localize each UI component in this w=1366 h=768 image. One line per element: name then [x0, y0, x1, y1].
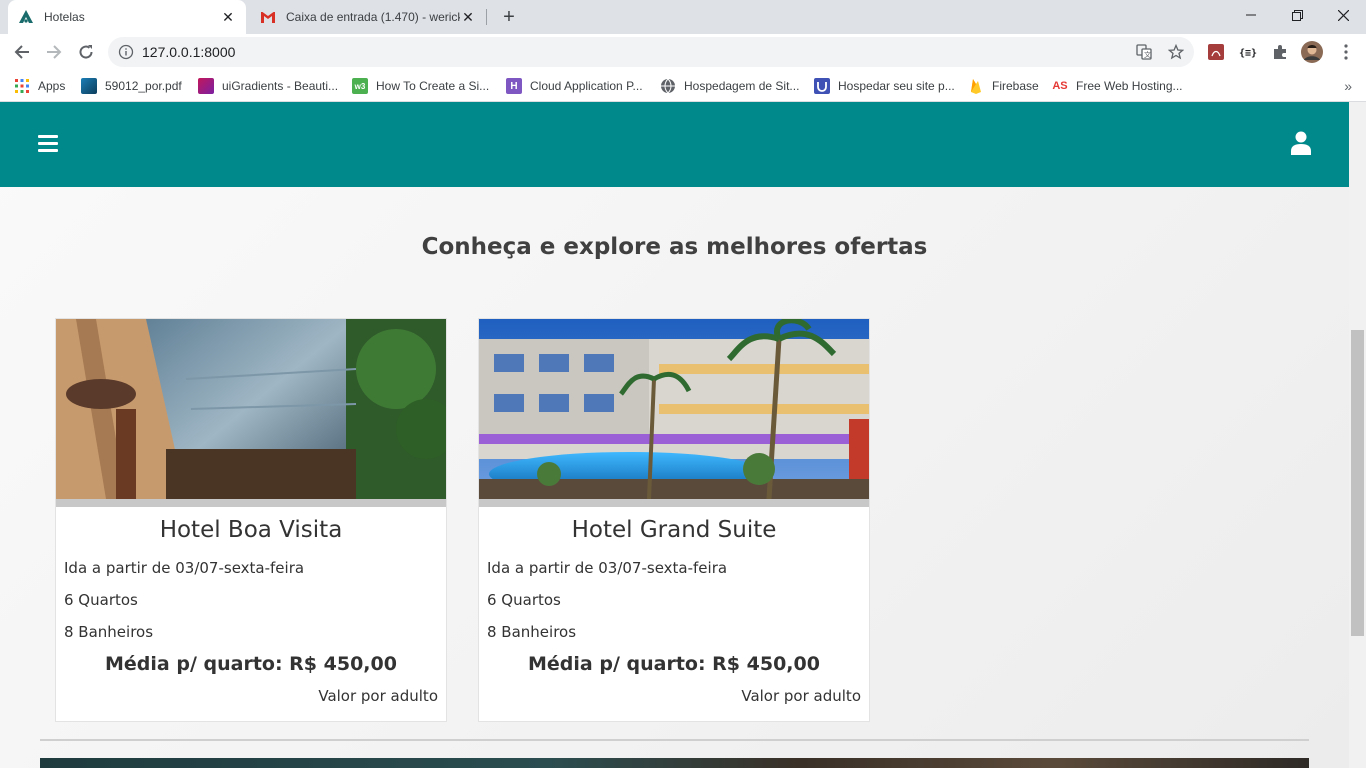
firebase-icon — [968, 78, 984, 94]
hotel-photo[interactable] — [479, 319, 869, 499]
forward-button[interactable] — [40, 38, 68, 66]
bathrooms-count: 8 Banheiros — [487, 623, 577, 641]
restore-button[interactable] — [1274, 0, 1320, 30]
translate-icon[interactable]: 文 — [1130, 38, 1158, 66]
bookmark-label: How To Create a Si... — [376, 79, 490, 93]
browser-toolbar: 127.0.0.1:8000 文 {≡} — [0, 34, 1366, 70]
departure-date: Ida a partir de 03/07-sexta-feira — [64, 559, 305, 577]
average-price: Média p/ quarto: R$ 450,00 — [105, 653, 397, 675]
hotel-name[interactable]: Hotel Boa Visita — [56, 517, 446, 543]
bookmark-firebase[interactable]: Firebase — [968, 76, 1039, 96]
average-price: Média p/ quarto: R$ 450,00 — [528, 653, 820, 675]
bookmark-label: Hospedar seu site p... — [838, 79, 955, 93]
bookmark-label: 59012_por.pdf — [105, 79, 182, 93]
tab-strip: Hotelas ✕ Caixa de entrada (1.470) - wer… — [0, 0, 1366, 34]
close-tab-icon[interactable]: ✕ — [220, 9, 236, 25]
bookmarks-overflow-icon[interactable]: » — [1344, 78, 1352, 94]
extensions-puzzle-icon[interactable] — [1268, 40, 1292, 64]
apps-grid-icon — [14, 78, 30, 94]
url-text: 127.0.0.1:8000 — [142, 44, 236, 60]
bookmark-uigradients[interactable]: uiGradients - Beauti... — [198, 76, 338, 96]
minimize-button[interactable] — [1228, 0, 1274, 30]
svg-text:文: 文 — [1144, 50, 1151, 59]
hotel-card[interactable]: Hotel Grand Suite Ida a partir de 03/07-… — [478, 318, 870, 722]
user-account-icon[interactable] — [1290, 131, 1312, 155]
page-scrollbar[interactable] — [1349, 102, 1366, 768]
json-viewer-icon[interactable]: {≡} — [1236, 40, 1260, 64]
bookmark-label: Firebase — [992, 79, 1039, 93]
bookmark-label: Apps — [38, 79, 66, 93]
back-button[interactable] — [8, 38, 36, 66]
scrollbar-thumb[interactable] — [1351, 330, 1364, 636]
tab-gmail[interactable]: Caixa de entrada (1.470) - werick ✕ — [250, 0, 486, 34]
rooms-count: 6 Quartos — [487, 591, 561, 609]
hotel-photo[interactable] — [56, 319, 446, 499]
bookmark-apps[interactable]: Apps — [14, 76, 65, 96]
bookmark-label: Free Web Hosting... — [1076, 79, 1183, 93]
w3-icon: w3 — [352, 78, 368, 94]
bookmark-heroku[interactable]: H Cloud Application P... — [506, 76, 643, 96]
bookmark-w3schools[interactable]: w3 How To Create a Si... — [352, 76, 489, 96]
app-header — [0, 102, 1349, 187]
price-note: Valor por adulto — [318, 687, 438, 705]
rooms-count: 6 Quartos — [64, 591, 138, 609]
heroku-icon: H — [506, 78, 522, 94]
photo-strip — [56, 499, 446, 507]
photo-strip — [479, 499, 869, 507]
pdf-extension-icon[interactable] — [1204, 40, 1228, 64]
page-body: Conheça e explore as melhores ofertas Ho… — [0, 102, 1349, 768]
page-viewport: Conheça e explore as melhores ofertas Ho… — [0, 102, 1366, 768]
page-title: Conheça e explore as melhores ofertas — [421, 234, 928, 260]
price-note: Valor por adulto — [741, 687, 861, 705]
reload-button[interactable] — [72, 38, 100, 66]
svg-text:{≡}: {≡} — [1239, 48, 1257, 59]
uigradients-icon — [198, 78, 214, 94]
hotel-name[interactable]: Hotel Grand Suite — [479, 517, 869, 543]
section-divider — [40, 739, 1309, 741]
bookmark-label: Cloud Application P... — [530, 79, 643, 93]
bathrooms-count: 8 Banheiros — [64, 623, 154, 641]
pdf-icon — [81, 78, 97, 94]
tab-hotelas[interactable]: Hotelas ✕ — [8, 0, 246, 34]
info-icon[interactable] — [118, 44, 134, 60]
bookmark-pdf[interactable]: 59012_por.pdf — [81, 76, 182, 96]
new-tab-button[interactable]: + — [498, 6, 520, 28]
bookmarks-bar: Apps 59012_por.pdf uiGradients - Beauti.… — [0, 70, 1366, 102]
bookmark-free-hosting[interactable]: AS Free Web Hosting... — [1052, 76, 1183, 96]
hotel-favicon-icon — [18, 9, 34, 25]
tab-separator — [486, 9, 487, 25]
chrome-menu-icon[interactable] — [1334, 40, 1358, 64]
close-tab-icon[interactable]: ✕ — [460, 9, 476, 25]
gmail-icon — [260, 9, 276, 25]
bookmark-label: Hospedagem de Sit... — [684, 79, 800, 93]
bookmark-star-icon[interactable] — [1162, 38, 1190, 66]
bookmark-hospedagem[interactable]: Hospedagem de Sit... — [660, 76, 799, 96]
hotel-card[interactable]: Hotel Boa Visita Ida a partir de 03/07-s… — [55, 318, 447, 722]
globe-icon — [660, 78, 676, 94]
menu-hamburger-icon[interactable] — [38, 135, 58, 153]
profile-avatar[interactable] — [1300, 40, 1324, 64]
bookmark-label: uiGradients - Beauti... — [222, 79, 339, 93]
next-section-banner-image — [40, 758, 1309, 768]
as-icon: AS — [1052, 80, 1068, 92]
shield-icon — [814, 78, 830, 94]
tab-title: Hotelas — [44, 10, 85, 24]
address-bar[interactable]: 127.0.0.1:8000 — [108, 37, 1194, 67]
bookmark-hospedar[interactable]: Hospedar seu site p... — [814, 76, 955, 96]
tab-title: Caixa de entrada (1.470) - werick — [286, 10, 460, 24]
departure-date: Ida a partir de 03/07-sexta-feira — [487, 559, 728, 577]
close-window-button[interactable] — [1320, 0, 1366, 30]
